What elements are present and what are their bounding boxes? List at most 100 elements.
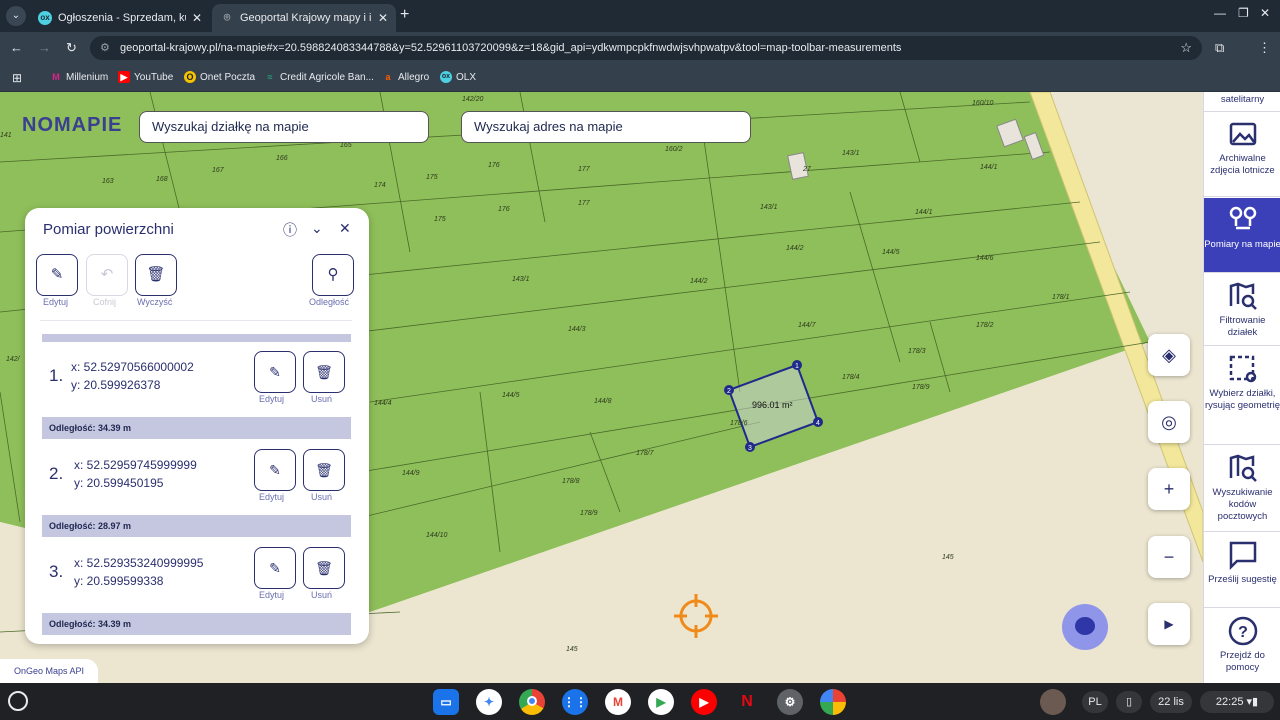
bookmark-allegro[interactable]: a Allegro [382, 71, 429, 83]
parcel-label: 168 [156, 176, 168, 183]
expand-button[interactable]: ▶ [1148, 603, 1190, 645]
sidebar-item-postal-codes[interactable]: Wyszukiwanie kodów pocztowych [1204, 446, 1280, 532]
parcel-label: 165 [340, 142, 352, 149]
sidebar-item-help[interactable]: ? Przejdź do pomocy [1204, 609, 1280, 683]
svg-text:3: 3 [748, 445, 752, 452]
gmail-app-icon[interactable]: M [605, 689, 631, 715]
play-store-app-icon[interactable]: ▶ [648, 689, 674, 715]
parcel-label: 27 [803, 166, 811, 173]
bookmark-label: Allegro [398, 71, 430, 83]
collapse-chevron-icon[interactable]: ⌄ [311, 220, 323, 237]
new-tab-button[interactable]: + [400, 6, 409, 24]
chat-bubble-button[interactable] [1062, 604, 1108, 650]
nomapie-logo[interactable]: NOMAPIE [22, 114, 122, 137]
parcel-label: 144/3 [568, 326, 586, 333]
layers-button[interactable]: ◈ [1148, 334, 1190, 376]
trash-icon: 🗑 [146, 266, 166, 283]
point-coordinates: x: 52.52970566000002 y: 20.599926378 [71, 358, 194, 394]
tab-geoportal[interactable]: ⌾ Geoportal Krajowy mapy i infor ✕ [212, 4, 396, 32]
parcel-label: 178/8 [562, 478, 580, 485]
map-canvas[interactable]: 1 2 3 4 142/20 160/10 165 166 167 163 16… [0, 92, 1203, 683]
segment-distance: Odległość: 28.97 m [42, 515, 351, 537]
delete-point-button[interactable]: 🗑 [303, 351, 345, 393]
svg-text:2: 2 [727, 388, 731, 395]
minimize-icon[interactable]: — [1214, 6, 1226, 20]
sidebar-item-satellite[interactable]: satelitarny [1204, 92, 1280, 112]
forward-arrow-icon[interactable]: → [38, 40, 51, 55]
menu-icon[interactable]: ⋮ [1258, 40, 1271, 56]
search-address-input[interactable]: Wyszukaj adres na mapie [461, 111, 751, 143]
date-indicator[interactable]: 22 lis [1150, 691, 1192, 713]
files-app-icon[interactable]: ▭ [433, 689, 459, 715]
help-circle-icon: ? [1228, 616, 1257, 646]
point-y: y: 20.599450195 [74, 476, 164, 490]
os-taskbar: ▭ ✦ ⋮⋮ M ▶ ▶ N ⚙ PL ▯ 22 lis 22:25 ▾▮ [0, 683, 1280, 720]
clear-label: Wyczyść [137, 297, 173, 307]
locate-button[interactable]: ◎ [1148, 401, 1190, 443]
sidebar-item-filter[interactable]: Filtrowanie działek [1204, 274, 1280, 346]
chrome-app-icon[interactable] [519, 689, 545, 715]
apps-grid-icon[interactable]: ⊞ [12, 71, 22, 85]
parcel-label: 166 [276, 155, 288, 162]
system-tray[interactable]: 22:25 ▾▮ [1200, 691, 1274, 713]
api-credit[interactable]: OnGeo Maps API [0, 659, 99, 683]
scroll-strip [42, 334, 351, 342]
edit-point-button[interactable]: ✎ [254, 351, 296, 393]
bookmark-onet[interactable]: O Onet Poczta [184, 71, 255, 83]
back-arrow-icon[interactable]: ← [10, 40, 23, 55]
url-input[interactable]: ⚙ geoportal-krajowy.pl/na-mapie#x=20.598… [90, 36, 1202, 60]
assistant-app-icon[interactable]: ✦ [476, 689, 502, 715]
reload-icon[interactable]: ↻ [66, 40, 77, 56]
close-icon[interactable]: ✕ [192, 11, 202, 25]
site-settings-icon[interactable]: ⚙ [100, 36, 110, 60]
search-parcel-input[interactable]: Wyszukaj działkę na mapie [139, 111, 429, 143]
language-indicator[interactable]: PL [1082, 691, 1108, 713]
distance-button[interactable]: ⚲ [312, 254, 354, 296]
edit-button[interactable]: ✎ [36, 254, 78, 296]
settings-app-icon[interactable]: ⚙ [777, 689, 803, 715]
extensions-icon[interactable]: ⧉ [1215, 40, 1224, 56]
url-text: geoportal-krajowy.pl/na-mapie#x=20.59882… [120, 42, 902, 54]
bookmark-star-icon[interactable]: ☆ [1180, 36, 1192, 60]
help-icon[interactable]: ⓘ [283, 220, 297, 240]
point-coordinates: x: 52.52959745999999 y: 20.599450195 [74, 456, 197, 492]
edit-point-button[interactable]: ✎ [254, 449, 296, 491]
bookmark-credit-agricole[interactable]: ≈ Credit Agricole Ban... [264, 71, 374, 83]
undo-button[interactable]: ↶ [86, 254, 128, 296]
sidebar-item-suggestion[interactable]: Prześlij sugestię [1204, 533, 1280, 608]
delete-point-label: Usuń [311, 492, 333, 502]
edit-point-button[interactable]: ✎ [254, 547, 296, 589]
photos-app-icon[interactable] [820, 689, 846, 715]
edit-point-label: Edytuj [259, 590, 285, 600]
parcel-label: 178/2 [976, 322, 994, 329]
map-search-icon [1229, 282, 1257, 310]
zoom-out-button[interactable]: − [1148, 536, 1190, 578]
map-search-icon [1229, 454, 1257, 482]
sidebar-item-label: Wyszukiwanie kodów pocztowych [1212, 487, 1273, 522]
sidebar-item-aerial-archive[interactable]: Archiwalne zdjęcia lotnicze [1204, 112, 1280, 197]
sidebar-item-measurements[interactable]: Pomiary na mapie [1204, 198, 1280, 273]
plus-icon: + [1163, 479, 1175, 499]
close-icon[interactable]: ✕ [378, 11, 388, 25]
delete-point-label: Usuń [311, 394, 333, 404]
restore-icon[interactable]: ❐ [1238, 6, 1249, 20]
bookmark-olx[interactable]: ox OLX [440, 71, 476, 83]
tab-ogloszenia[interactable]: ox Ogłoszenia - Sprzedam, kupię n ✕ [30, 4, 210, 32]
zoom-in-button[interactable]: + [1148, 468, 1190, 510]
delete-point-button[interactable]: 🗑 [303, 449, 345, 491]
youtube-app-icon[interactable]: ▶ [691, 689, 717, 715]
delete-point-button[interactable]: 🗑 [303, 547, 345, 589]
parcel-label: 144/2 [786, 245, 804, 252]
phone-hub-icon[interactable]: ▯ [1116, 691, 1142, 713]
apps-app-icon[interactable]: ⋮⋮ [562, 689, 588, 715]
clear-button[interactable]: 🗑 [135, 254, 177, 296]
bookmark-youtube[interactable]: ▶ YouTube [118, 71, 173, 83]
netflix-app-icon[interactable]: N [734, 689, 760, 715]
launcher-icon[interactable] [8, 691, 28, 711]
avatar[interactable] [1040, 689, 1066, 715]
bookmark-millenium[interactable]: M Millenium [50, 71, 108, 83]
tab-search-button[interactable]: ⌄ [6, 6, 26, 26]
sidebar-item-draw-select[interactable]: Wybierz działki, rysując geometrię [1204, 347, 1280, 445]
close-window-icon[interactable]: ✕ [1260, 6, 1270, 20]
close-icon[interactable]: ✕ [339, 220, 351, 237]
